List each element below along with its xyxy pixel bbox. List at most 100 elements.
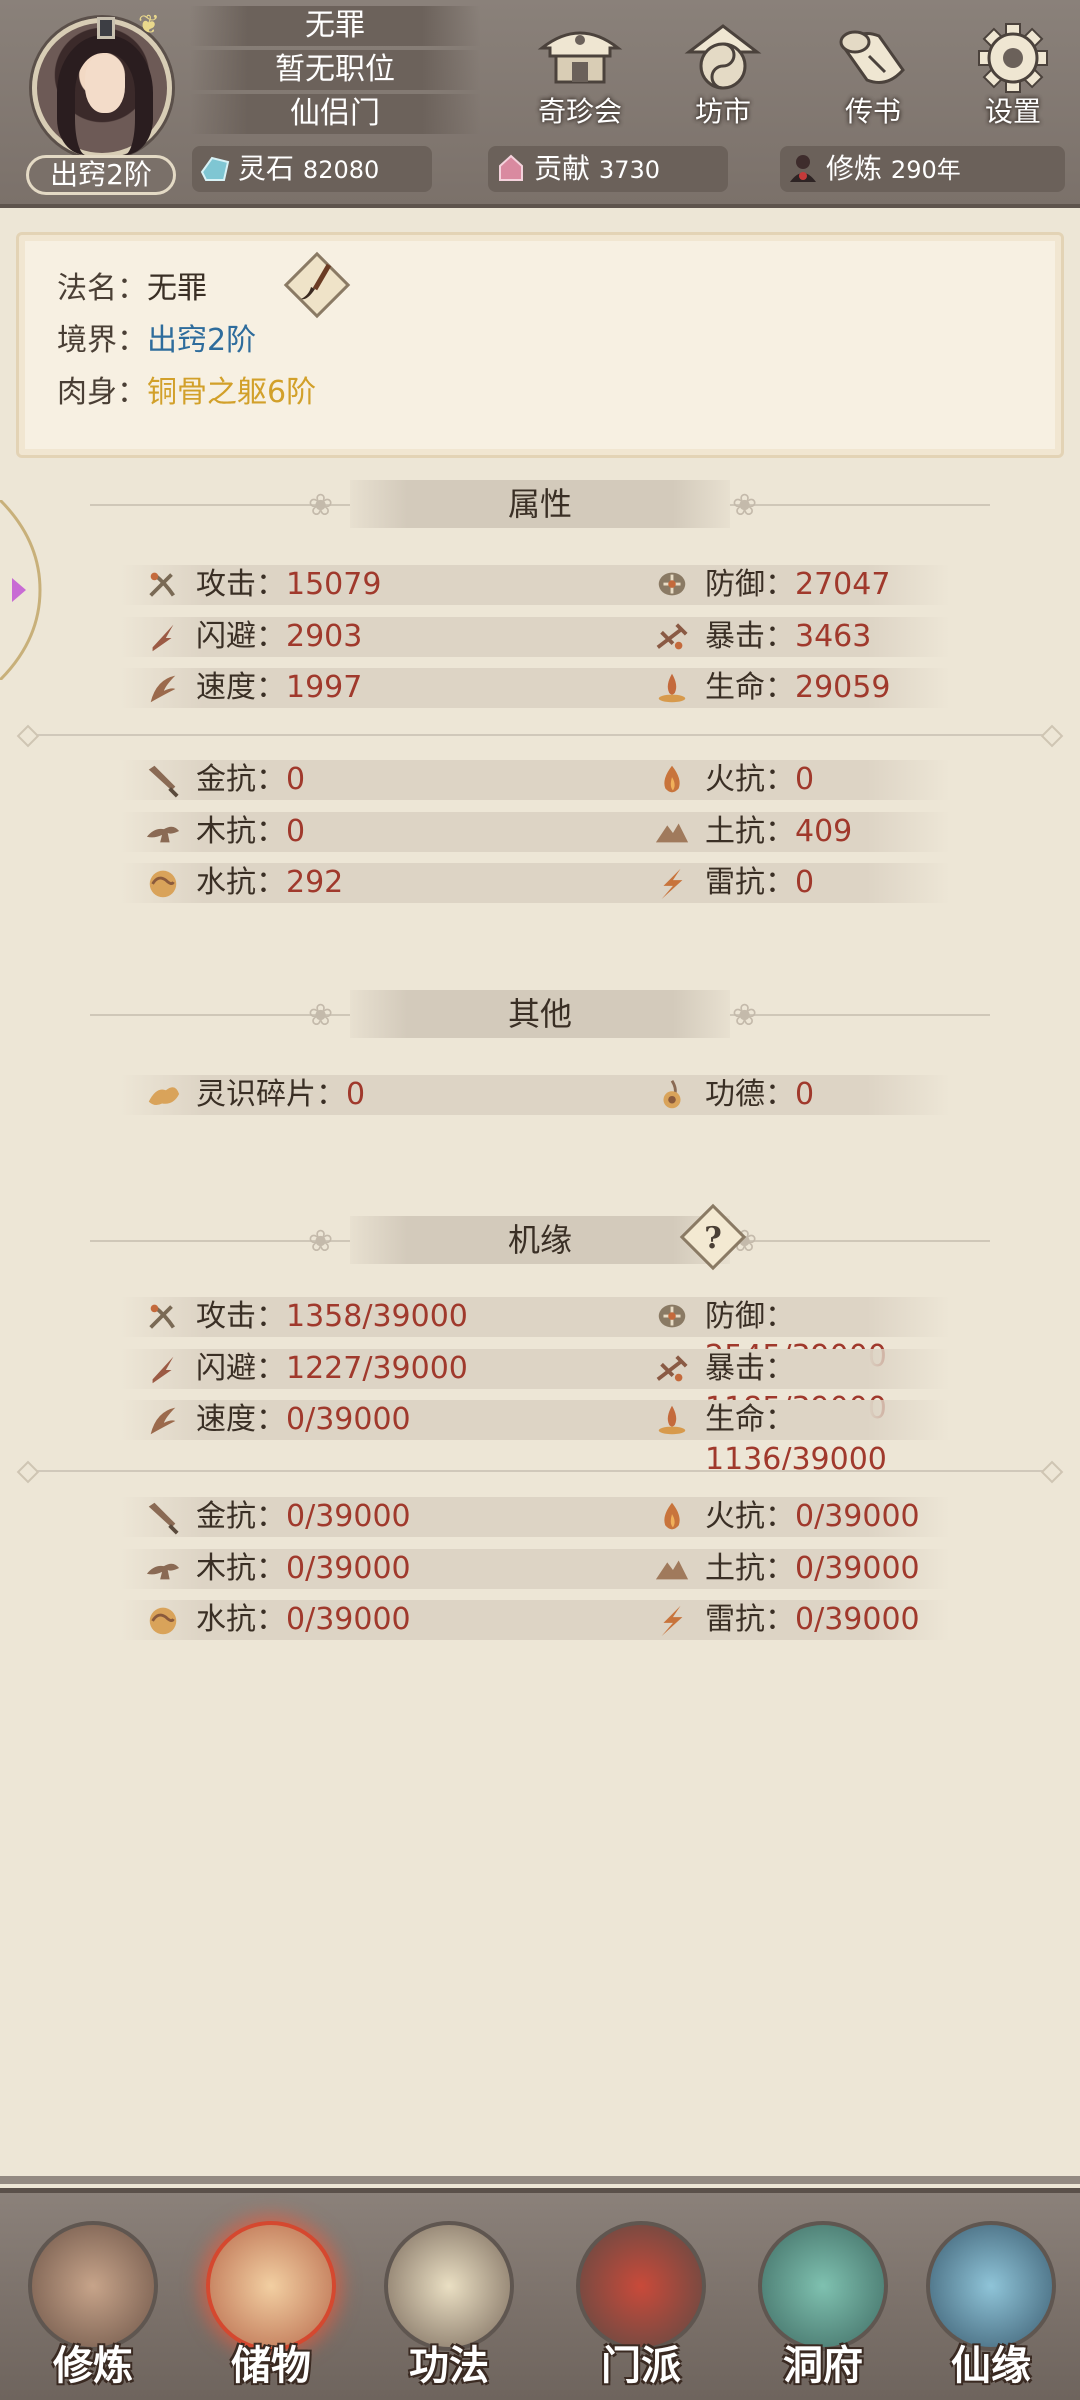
cultivation-value: 290年 bbox=[890, 156, 961, 184]
fortune-resistance-row: 金抗：0/39000 火抗：0/39000 bbox=[120, 1497, 950, 1537]
wood-icon bbox=[146, 1563, 180, 1579]
fortune-attribute-stat: 速度：0/39000 bbox=[150, 1400, 411, 1440]
attribute-stat: 速度：1997 bbox=[150, 668, 362, 708]
other-stat: 功德：0 bbox=[663, 1075, 815, 1115]
nav-techniques[interactable]: 功法 bbox=[374, 2221, 524, 2400]
resistance-stat: 土抗：409 bbox=[655, 812, 852, 852]
thunder-icon bbox=[661, 868, 683, 900]
treasure-auction-button[interactable]: 奇珍会 bbox=[525, 22, 635, 132]
letter-button[interactable]: 传书 bbox=[818, 22, 928, 132]
attributes-section-title: ❀ 属性 ❀ bbox=[90, 480, 990, 530]
fortune-attribute-row: 攻击：1358/39000 防御：2545/39000 bbox=[120, 1297, 950, 1374]
attribute-row: 攻击：15079 防御：27047 bbox=[120, 565, 950, 605]
contribution-label: 贡献 bbox=[534, 152, 591, 185]
fortune-resistance-value: 0/39000 bbox=[795, 1550, 920, 1586]
body-value: 铜骨之躯6阶 bbox=[147, 375, 317, 410]
market-icon bbox=[679, 22, 767, 96]
butterfly-icon: ❦ bbox=[138, 10, 160, 40]
spirit-stone-bar: 灵石 82080 bbox=[192, 146, 432, 192]
cultivation-label: 修炼 bbox=[826, 152, 883, 185]
temple-gate-icon bbox=[576, 2221, 706, 2351]
fortune-attribute-stat: 闪避：1227/39000 bbox=[152, 1349, 468, 1389]
realm-value: 出窍2阶 bbox=[147, 323, 257, 358]
bottom-edge bbox=[0, 2176, 1080, 2184]
fortune-resistance-label: 木抗： bbox=[196, 1550, 286, 1586]
player-name: 无罪 bbox=[190, 6, 480, 46]
letter-label: 传书 bbox=[844, 95, 901, 128]
contribution-icon bbox=[499, 154, 523, 181]
settings-label: 设置 bbox=[984, 95, 1041, 128]
attributes-divider bbox=[24, 734, 1056, 736]
cultivate-icon bbox=[28, 2221, 158, 2351]
pouch-icon bbox=[206, 2221, 336, 2351]
body-label: 肉身： bbox=[57, 375, 147, 410]
avatar[interactable]: ❦ 出窍2阶 bbox=[8, 10, 188, 195]
fortune-resistance-value: 0/39000 bbox=[795, 1602, 920, 1637]
market-button[interactable]: 坊市 bbox=[668, 22, 778, 132]
other-value: 0 bbox=[346, 1077, 366, 1112]
merit-icon bbox=[663, 1080, 681, 1109]
fortune-resistance-label: 火抗： bbox=[705, 1499, 795, 1534]
resistance-label: 火抗： bbox=[705, 762, 795, 797]
question-icon: ? bbox=[704, 1221, 722, 1256]
attribute-stat: 暴击：3463 bbox=[656, 617, 871, 657]
side-expand-tab[interactable] bbox=[0, 498, 48, 682]
fortune-resistance-row: 木抗：0/39000 土抗：0/39000 bbox=[120, 1548, 950, 1589]
fortune-attribute-label: 生命： bbox=[705, 1402, 795, 1437]
water-icon bbox=[149, 870, 177, 898]
life-icon bbox=[658, 1405, 686, 1435]
water-icon bbox=[149, 1607, 177, 1635]
speed-icon bbox=[150, 675, 176, 703]
resistance-stat: 雷抗：0 bbox=[661, 863, 814, 903]
resistance-value: 0 bbox=[286, 762, 306, 797]
nav-storage[interactable]: 储物 bbox=[196, 2221, 346, 2400]
resistance-label: 水抗： bbox=[196, 865, 286, 900]
profile-card: 法名：无罪 境界：出窍2阶 肉身：铜骨之躯6阶 bbox=[16, 232, 1064, 458]
other-value: 0 bbox=[795, 1077, 815, 1112]
brush-icon bbox=[283, 251, 351, 319]
critical-icon bbox=[656, 622, 688, 649]
other-stat: 灵识碎片：0 bbox=[148, 1075, 366, 1115]
resistance-value: 292 bbox=[286, 865, 344, 900]
dodge-icon bbox=[152, 624, 174, 651]
resistance-value: 0 bbox=[286, 813, 306, 849]
scroll-letter-icon bbox=[829, 22, 917, 96]
fortune-attribute-label: 速度： bbox=[196, 1402, 286, 1437]
fortune-resistance-stat: 金抗：0/39000 bbox=[148, 1497, 411, 1537]
resistance-label: 雷抗： bbox=[705, 865, 795, 900]
player-sect: 仙侣门 bbox=[190, 94, 480, 134]
bottom-nav: 修炼 储物 功法 门派 洞府 仙缘 bbox=[0, 2188, 1080, 2400]
nav-sect[interactable]: 门派 bbox=[566, 2221, 716, 2400]
fortune-resistance-stat: 雷抗：0/39000 bbox=[661, 1600, 920, 1640]
fortune-attribute-value: 1227/39000 bbox=[286, 1350, 468, 1386]
fortune-resistance-label: 雷抗： bbox=[705, 1602, 795, 1637]
fortune-resistance-label: 水抗： bbox=[196, 1602, 286, 1637]
fortune-attribute-stat: 防御：2545/39000 bbox=[658, 1297, 950, 1374]
earth-icon bbox=[655, 822, 689, 842]
attack-icon bbox=[149, 1304, 175, 1329]
attribute-label: 闪避： bbox=[196, 618, 286, 654]
metal-icon bbox=[148, 765, 179, 798]
contribution-value: 3730 bbox=[598, 156, 660, 184]
nav-cave[interactable]: 洞府 bbox=[748, 2221, 898, 2400]
nav-fate[interactable]: 仙缘 bbox=[916, 2221, 1066, 2400]
resistance-stat: 木抗：0 bbox=[146, 812, 306, 852]
resistance-row: 木抗：0 土抗：409 bbox=[120, 811, 950, 852]
fortune-attribute-stat: 暴击：1185/39000 bbox=[656, 1349, 950, 1426]
nav-cultivate[interactable]: 修炼 bbox=[18, 2221, 168, 2400]
other-label: 灵识碎片： bbox=[196, 1077, 346, 1112]
fortune-attribute-row: 闪避：1227/39000 暴击：1185/39000 bbox=[120, 1348, 950, 1426]
rename-brush-button[interactable] bbox=[281, 249, 353, 321]
fortune-resistance-stat: 土抗：0/39000 bbox=[655, 1549, 920, 1589]
settings-button[interactable]: 设置 bbox=[958, 22, 1068, 132]
attribute-label: 防御： bbox=[705, 567, 795, 602]
attributes-title: 属性 bbox=[350, 480, 730, 528]
spirit-stone-value: 82080 bbox=[302, 156, 380, 184]
treasure-auction-label: 奇珍会 bbox=[537, 95, 622, 128]
defense-icon bbox=[658, 572, 686, 596]
fortune-help-button[interactable]: ? bbox=[674, 1202, 752, 1272]
other-row: 灵识碎片：0 功德：0 bbox=[120, 1075, 950, 1115]
fortune-resistance-value: 0/39000 bbox=[286, 1550, 411, 1586]
fortune-attribute-row: 速度：0/39000 生命：1136/39000 bbox=[120, 1400, 950, 1477]
mountain-cave-icon bbox=[758, 2221, 888, 2351]
